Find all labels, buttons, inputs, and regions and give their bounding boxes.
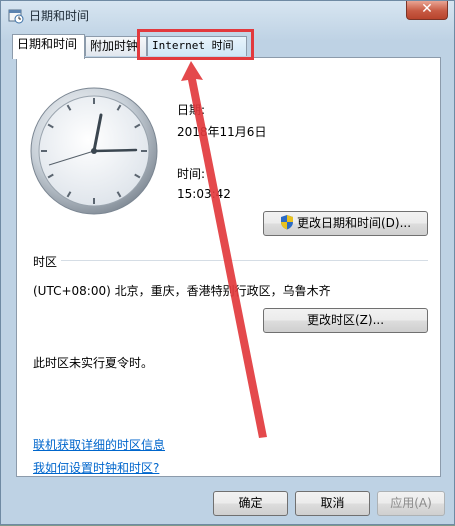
date-value: 2018年11月6日 xyxy=(177,125,267,139)
close-button[interactable]: ✕ xyxy=(406,1,448,20)
uac-shield-icon xyxy=(280,215,293,230)
dst-note: 此时区未实行夏令时。 xyxy=(33,356,154,370)
timezone-value: (UTC+08:00) 北京，重庆，香港特别行政区，乌鲁木齐 xyxy=(33,284,331,298)
title-bar: 日期和时间 ✕ xyxy=(1,1,454,31)
window-title: 日期和时间 xyxy=(29,9,90,23)
close-icon: ✕ xyxy=(421,1,433,17)
highlight-box xyxy=(137,29,254,60)
date-label: 日期: xyxy=(177,103,206,117)
timezone-section-label: 时区 xyxy=(33,255,58,269)
time-value: 15:03:42 xyxy=(177,187,231,201)
change-date-time-label: 更改日期和时间(D)... xyxy=(296,216,412,230)
change-date-time-button[interactable]: 更改日期和时间(D)... xyxy=(263,211,428,236)
calendar-clock-icon xyxy=(8,9,24,24)
tab-date-time[interactable]: 日期和时间 xyxy=(12,34,85,59)
analog-clock xyxy=(30,87,158,215)
online-timezone-info-link[interactable]: 联机获取详细的时区信息 xyxy=(33,436,165,453)
apply-button[interactable]: 应用(A) xyxy=(377,491,445,516)
ok-button[interactable]: 确定 xyxy=(213,491,288,516)
how-to-set-clock-link[interactable]: 我如何设置时钟和时区? xyxy=(33,459,159,476)
time-label: 时间: xyxy=(177,167,206,181)
divider-top xyxy=(61,260,428,261)
change-timezone-button[interactable]: 更改时区(Z)... xyxy=(263,308,428,333)
date-time-window: 日期和时间 ✕ 日期和时间 附加时钟 Internet 时间 日期: 2018年… xyxy=(0,0,455,525)
cancel-button[interactable]: 取消 xyxy=(295,491,370,516)
